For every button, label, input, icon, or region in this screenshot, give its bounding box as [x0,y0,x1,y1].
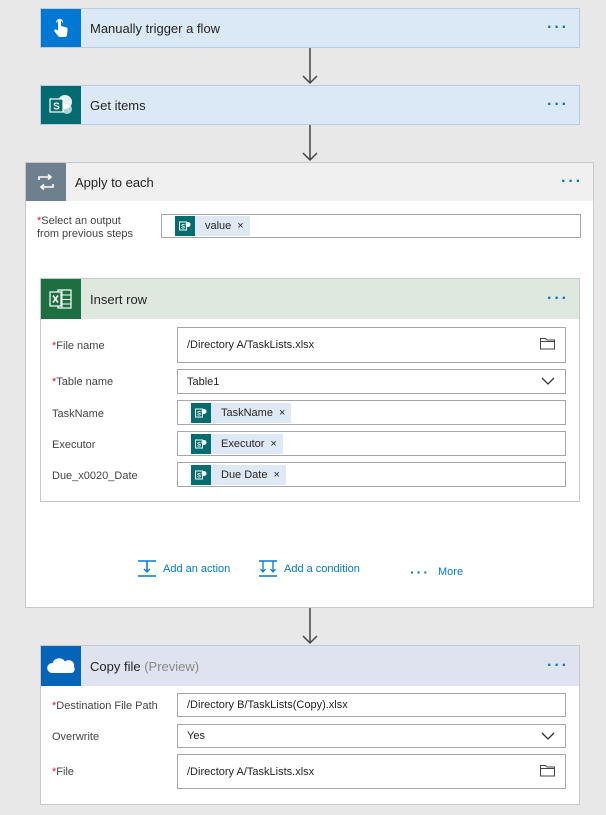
add-action-icon [137,560,157,578]
destination-path-label: *Destination File Path [52,700,158,712]
due-date-label: Due_x0020_Date [52,470,138,482]
more-button[interactable]: ··· More [410,564,463,580]
get-items-card[interactable]: S Get items ··· [40,85,580,125]
select-output-label: *Select an output from previous steps [37,215,133,240]
copy-file-more-button[interactable]: ··· [547,658,579,674]
remove-token-button[interactable]: × [279,403,291,423]
trigger-card[interactable]: Manually trigger a flow ··· [40,8,580,48]
remove-token-button[interactable]: × [270,434,282,454]
destination-path-field[interactable]: /Directory B/TaskLists(Copy).xlsx [177,693,566,717]
table-name-dropdown[interactable]: Table1 [177,369,566,394]
excel-icon [41,279,81,319]
apply-to-each-card[interactable]: Apply to each ··· *Select an output from… [25,162,594,608]
trigger-more-button[interactable]: ··· [547,20,579,36]
connector-arrow-3 [302,608,318,645]
onedrive-icon [41,646,81,686]
chevron-down-icon[interactable] [541,377,555,389]
add-action-button[interactable]: Add an action [137,560,230,578]
remove-token-button[interactable]: × [273,465,285,485]
taskname-label: TaskName [52,408,104,420]
folder-icon[interactable] [540,337,555,353]
get-items-header[interactable]: S Get items ··· [41,86,579,124]
copy-file-title: Copy file (Preview) [90,658,200,674]
connector-arrow-1 [302,48,318,85]
get-items-title: Get items [90,97,146,113]
trigger-header[interactable]: Manually trigger a flow ··· [41,9,579,47]
folder-icon[interactable] [540,764,555,780]
table-name-label: *Table name [52,376,114,388]
due-date-field[interactable]: S Due Date × [177,462,566,487]
add-condition-button[interactable]: Add a condition [258,560,360,578]
insert-row-card[interactable]: Insert row ··· *File name /Directory A/T… [40,278,580,502]
copy-file-header[interactable]: Copy file (Preview) ··· [41,646,579,686]
overwrite-dropdown[interactable]: Yes [177,724,566,748]
insert-row-more-button[interactable]: ··· [547,291,579,307]
sharepoint-icon: S [175,216,195,236]
insert-row-title: Insert row [90,291,148,307]
file-name-label: *File name [52,340,105,352]
copy-file-card[interactable]: Copy file (Preview) ··· *Destination Fil… [40,645,580,805]
taskname-token[interactable]: S TaskName × [191,402,292,423]
sharepoint-icon: S [191,433,211,454]
chevron-down-icon[interactable] [541,732,555,744]
apply-to-each-title: Apply to each [75,174,154,190]
svg-text:S: S [197,442,201,448]
apply-to-each-header[interactable]: Apply to each ··· [26,163,593,201]
sharepoint-icon: S [41,86,81,124]
loop-icon [26,163,66,201]
taskname-field[interactable]: S TaskName × [177,400,566,425]
sharepoint-icon: S [191,402,211,423]
svg-text:S: S [181,225,185,231]
more-dots-icon: ··· [410,564,430,580]
apply-to-each-more-button[interactable]: ··· [561,174,593,190]
executor-token[interactable]: S Executor × [191,433,283,454]
svg-text:S: S [197,473,201,479]
executor-label: Executor [52,439,96,451]
file-field[interactable]: /Directory A/TaskLists.xlsx [177,754,566,789]
get-items-more-button[interactable]: ··· [547,97,579,113]
due-date-token[interactable]: S Due Date × [191,464,286,485]
select-output-field[interactable]: S value × [161,214,581,238]
sharepoint-icon: S [191,464,211,485]
svg-text:S: S [53,102,60,113]
file-label: *File [52,766,75,778]
connector-arrow-2 [302,125,318,162]
trigger-title: Manually trigger a flow [90,20,221,36]
add-condition-icon [258,560,278,578]
preview-tag: (Preview) [144,658,200,674]
executor-field[interactable]: S Executor × [177,431,566,456]
value-token[interactable]: S value × [175,216,250,236]
insert-row-header[interactable]: Insert row ··· [41,279,579,319]
svg-text:S: S [197,411,201,417]
hand-pointer-icon [41,9,81,47]
remove-token-button[interactable]: × [237,216,249,236]
overwrite-label: Overwrite [52,731,100,743]
file-name-field[interactable]: /Directory A/TaskLists.xlsx [177,327,566,363]
